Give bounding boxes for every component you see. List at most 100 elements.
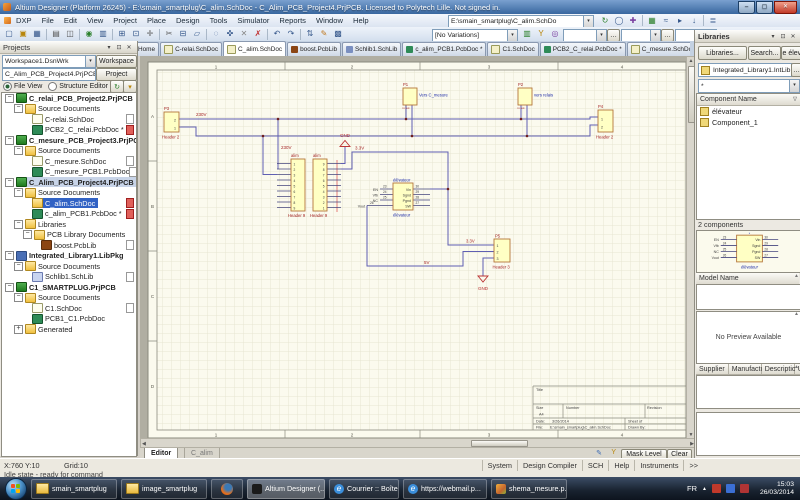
tree-label[interactable]: Source Documents [38, 293, 100, 302]
taskbar-firefox[interactable] [211, 479, 243, 499]
collapse-icon[interactable]: − [5, 251, 14, 260]
chevron-down-icon[interactable]: ▾ [507, 30, 517, 41]
chevron-down-icon[interactable]: ▾ [583, 16, 593, 27]
workspace-combo[interactable]: Workspace1.DsnWrk ▾ [2, 55, 96, 68]
browse-components-icon[interactable]: ▥ [96, 28, 110, 40]
tray-expand-icon[interactable]: ▲ [702, 486, 707, 492]
redo-icon[interactable]: ↷ [284, 28, 298, 40]
title-bar[interactable]: Altium Designer (Platform 26245) - E:\sm… [0, 0, 800, 14]
compare-docs-icon[interactable]: ≈ [659, 15, 673, 27]
undo-icon[interactable]: ↶ [270, 28, 284, 40]
snapshot-icon[interactable]: ◎ [548, 28, 562, 40]
tree-label[interactable]: Source Documents [38, 146, 100, 155]
panel-pin-icon[interactable]: ⊡ [114, 44, 124, 51]
open-document-icon[interactable]: ▣ [16, 28, 30, 40]
select-area-icon[interactable]: ◌ [209, 28, 223, 40]
taskbar-webmail[interactable]: ehttps://webmail.p... [403, 479, 487, 499]
tree-row[interactable]: c_alim_PCB1.PcbDoc * [2, 209, 136, 220]
tree-label[interactable]: Generated [38, 325, 72, 334]
tree-row[interactable]: −C_relai_PCB_Project2.PrjPCB [2, 93, 136, 104]
tray-sync-icon[interactable] [726, 484, 735, 493]
start-button[interactable] [5, 478, 27, 500]
panel-close-icon[interactable]: ✕ [124, 44, 134, 51]
new-document-icon[interactable]: ▢ [2, 28, 16, 40]
tree-label[interactable]: Source Documents [38, 104, 100, 113]
tree-label[interactable]: Source Documents [38, 188, 100, 197]
file-view-radio[interactable] [3, 82, 12, 91]
schematic-canvas[interactable]: 1 2 3 4 1 2 3 4 A B C D [140, 56, 686, 438]
maximize-button[interactable]: ▢ [756, 1, 773, 14]
tree-label[interactable]: C_alim.SchDoc [45, 199, 95, 208]
language-indicator[interactable]: FR [687, 484, 697, 493]
taskbar-folder-smain[interactable]: smain_smartplug [31, 479, 117, 499]
download-icon[interactable]: ↓ [687, 15, 701, 27]
menu-dxp[interactable]: DXP [11, 16, 37, 25]
print-icon[interactable]: ▤ [49, 28, 63, 40]
tree-row[interactable]: −Integrated_Library1.LibPkg [2, 251, 136, 262]
collapse-icon[interactable]: − [14, 146, 23, 155]
panel-pin-icon[interactable]: ⊡ [778, 33, 788, 40]
filter-funnel-icon[interactable]: ∇ [793, 96, 797, 103]
tree-row[interactable]: − Source Documents [2, 146, 136, 157]
move-selection-icon[interactable]: ✜ [223, 28, 237, 40]
cursor-cross-icon[interactable]: ✛ [143, 28, 157, 40]
section-scroll-icon[interactable]: ▲ [794, 311, 799, 317]
tray-volume-icon[interactable] [740, 484, 749, 493]
workspace-button[interactable]: Workspace [96, 55, 137, 68]
tree-label[interactable]: C_Alim_PCB_Project4.PrjPCB [29, 178, 134, 187]
menu-file[interactable]: File [37, 16, 59, 25]
component-row-elevateur[interactable]: élévateur [697, 106, 800, 117]
tree-label[interactable]: PCB2_C_relai.PcbDoc * [45, 125, 124, 134]
variations-combo[interactable]: [No Variations] ▾ [432, 29, 518, 42]
menu-design[interactable]: Design [171, 16, 205, 25]
chevron-down-icon[interactable]: ▾ [596, 30, 606, 41]
panel-close-icon[interactable]: ✕ [788, 33, 798, 40]
description-column[interactable]: Description [762, 364, 795, 375]
cut-icon[interactable]: ✂ [162, 28, 176, 40]
filter-combo-2[interactable]: ▾ [621, 29, 661, 42]
model-name-column[interactable]: Model Name [699, 275, 739, 282]
collapse-icon[interactable]: − [23, 230, 32, 239]
taskbar-altium[interactable]: Altium Designer (... [247, 479, 325, 499]
component-p2-vers-relais[interactable] [518, 88, 532, 105]
board-insight-icon[interactable]: ▦ [645, 15, 659, 27]
file-view-label[interactable]: File View [14, 83, 42, 90]
expand-icon[interactable]: + [14, 325, 23, 334]
component-p3-header2[interactable] [164, 112, 179, 132]
section-scroll-icon[interactable]: ▲ [794, 364, 799, 370]
tree-row[interactable]: −C_Alim_PCB_Project4.PrjPCB [2, 177, 136, 188]
minimize-button[interactable]: – [738, 1, 755, 14]
variant-manager-icon[interactable]: ▥ [520, 28, 534, 40]
menu-window[interactable]: Window [311, 16, 348, 25]
print-preview-icon[interactable]: ◫ [63, 28, 77, 40]
tab-c-alim-pcb1-pcbdoc[interactable]: c_alim_PCB1.PcbDoc * [402, 42, 486, 56]
navigate-compare-icon[interactable]: ⇅ [303, 28, 317, 40]
tree-row[interactable]: PCB2_C_relai.PcbDoc * [2, 125, 136, 136]
tree-row[interactable]: −Source Documents [2, 188, 136, 199]
libraries-button[interactable]: Libraries... [698, 46, 747, 60]
save-icon[interactable]: ▦ [30, 28, 44, 40]
snap-grid-icon[interactable]: ⊞ [115, 28, 129, 40]
menu-place[interactable]: Place [142, 16, 171, 25]
tab-boost-pcblib[interactable]: boost.PcbLib [287, 42, 341, 56]
tab-schlib1-schlib[interactable]: Schlib1.SchLib [342, 42, 401, 56]
tree-label[interactable]: Schlib1.SchLib [45, 272, 93, 281]
tree-label[interactable]: c_alim_PCB1.PcbDoc * [45, 209, 122, 218]
browse-button-2[interactable]: … [661, 29, 674, 42]
tree-row[interactable]: −C1_SMARTPLUG.PrjPCB [2, 282, 136, 293]
refresh-icon[interactable]: ↻ [598, 15, 612, 27]
project-combo[interactable]: C_Alim_PCB_Project4.PrjPCB [2, 68, 96, 81]
tab-pcb2-c-relai-pcbdoc[interactable]: PCB2_C_relai.PcbDoc * [540, 42, 626, 56]
tab-c-alim-schdoc[interactable]: C_alim.SchDoc [223, 41, 286, 56]
collapse-icon[interactable]: − [14, 104, 23, 113]
manufacturer-column[interactable]: Manufactur [729, 364, 762, 375]
horizontal-scroll-thumb[interactable] [471, 440, 528, 447]
instruments-panels-button[interactable]: Instruments [634, 460, 683, 471]
tree-row[interactable]: C-relai.SchDoc [2, 114, 136, 125]
edit-pencil-icon[interactable]: ✎ [596, 449, 602, 457]
structure-editor-label[interactable]: Structure Editor [59, 83, 108, 90]
supplier-column[interactable]: Supplier [696, 364, 729, 375]
tree-label[interactable]: PCB1_C1.PcbDoc [45, 314, 105, 323]
component-name-column[interactable]: Component Name [700, 96, 757, 103]
component-filter-combo[interactable]: * ▾ [698, 79, 800, 93]
